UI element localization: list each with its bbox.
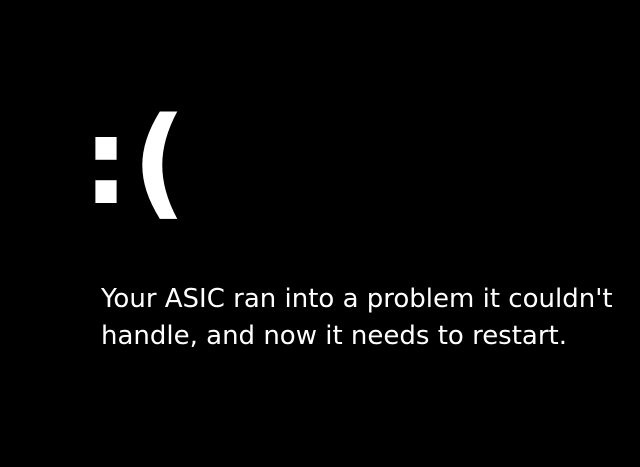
sad-face-icon: :( <box>82 93 189 232</box>
error-screen: :( Your ASIC ran into a problem it could… <box>0 0 640 467</box>
error-message: Your ASIC ran into a problem it couldn't… <box>101 284 613 351</box>
